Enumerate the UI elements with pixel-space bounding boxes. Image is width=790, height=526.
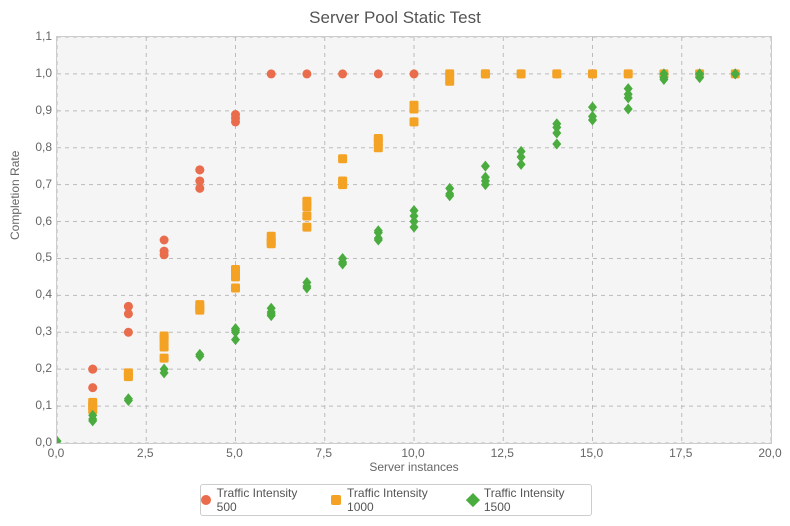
y-tick: 0,0 [30, 435, 52, 449]
y-tick: 0,9 [30, 103, 52, 117]
y-tick: 0,8 [30, 140, 52, 154]
y-tick: 0,6 [30, 214, 52, 228]
y-tick: 0,7 [30, 177, 52, 191]
x-tick: 7,5 [315, 446, 332, 460]
y-tick: 0,3 [30, 324, 52, 338]
x-tick: 17,5 [669, 446, 692, 460]
y-tick: 1,0 [30, 66, 52, 80]
y-tick: 0,4 [30, 287, 52, 301]
chart-svg [57, 37, 771, 443]
y-axis-label: Completion Rate [8, 151, 22, 240]
x-tick: 20,0 [758, 446, 781, 460]
x-tick: 10,0 [401, 446, 424, 460]
x-tick: 2,5 [137, 446, 154, 460]
y-tick: 0,2 [30, 361, 52, 375]
legend-item-1000: Traffic Intensity 1000 [331, 486, 454, 514]
chart-container: { "chart_data": { "type": "scatter", "ti… [0, 0, 790, 526]
x-axis-label: Server instances [56, 460, 772, 474]
legend: Traffic Intensity 500 Traffic Intensity … [200, 484, 592, 516]
diamond-icon [466, 493, 480, 507]
y-tick: 0,5 [30, 250, 52, 264]
square-icon [331, 495, 341, 505]
plot-area [56, 36, 772, 444]
legend-item-500: Traffic Intensity 500 [201, 486, 317, 514]
y-tick: 1,1 [30, 29, 52, 43]
legend-label: Traffic Intensity 500 [217, 486, 318, 514]
x-tick: 12,5 [491, 446, 514, 460]
legend-label: Traffic Intensity 1000 [347, 486, 454, 514]
legend-item-1500: Traffic Intensity 1500 [468, 486, 591, 514]
x-tick: 15,0 [580, 446, 603, 460]
y-tick: 0,1 [30, 398, 52, 412]
legend-label: Traffic Intensity 1500 [484, 486, 591, 514]
x-tick: 5,0 [226, 446, 243, 460]
chart-title: Server Pool Static Test [0, 8, 790, 28]
circle-icon [201, 495, 211, 505]
